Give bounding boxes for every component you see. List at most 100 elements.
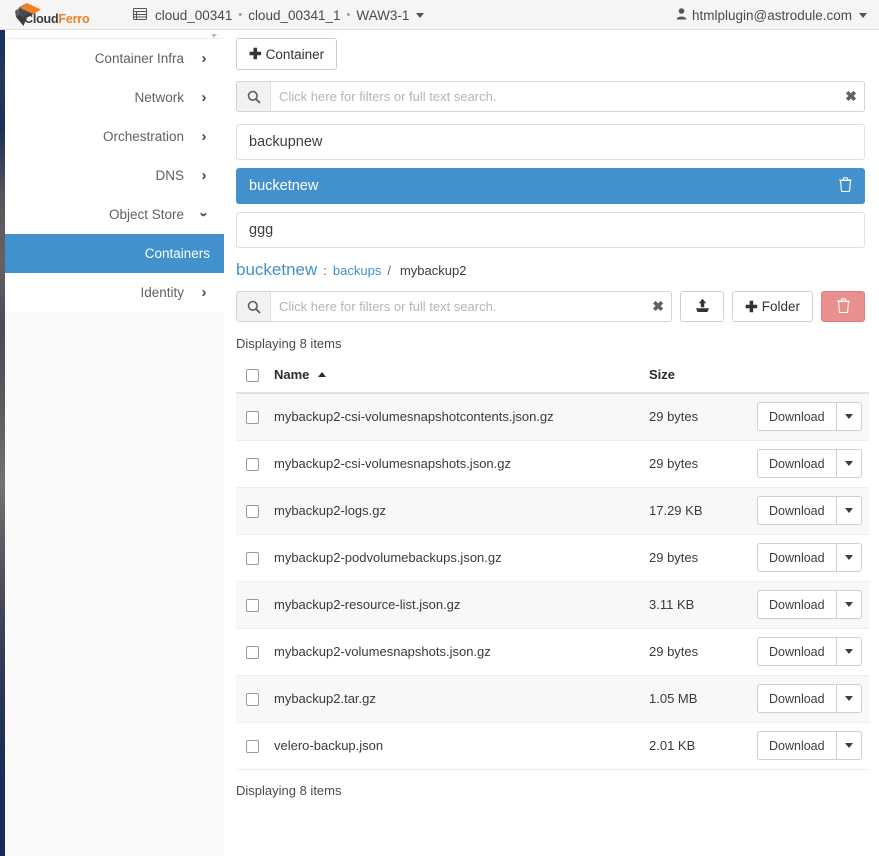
create-folder-button[interactable]: ✚ Folder <box>732 291 813 322</box>
download-dropdown-toggle[interactable] <box>836 402 862 431</box>
download-dropdown-toggle[interactable] <box>836 543 862 572</box>
download-dropdown-toggle[interactable] <box>836 637 862 666</box>
download-button-group: Download <box>757 402 862 431</box>
sidebar-item-label: DNS <box>155 168 184 183</box>
row-checkbox[interactable] <box>246 740 259 753</box>
user-menu[interactable]: htmlplugin@astrodule.com <box>676 0 867 30</box>
main-content: ✚ Container ✖ backupnew bucketnew <box>224 30 879 856</box>
sidebar-item-object-store[interactable]: Object Store › <box>5 195 224 234</box>
trash-icon <box>837 298 850 316</box>
column-header-size[interactable]: Size <box>649 361 757 393</box>
object-name: mybackup2-podvolumebackups.json.gz <box>274 534 649 581</box>
table-row[interactable]: mybackup2.tar.gz 1.05 MB Download <box>236 675 869 722</box>
context-domain: cloud_00341_1 <box>248 8 340 23</box>
object-name: mybackup2-csi-volumesnapshots.json.gz <box>274 440 649 487</box>
objects-table-head: Name Size <box>236 361 869 393</box>
row-checkbox[interactable] <box>246 646 259 659</box>
download-button[interactable]: Download <box>757 449 836 478</box>
objects-table-body: mybackup2-csi-volumesnapshotcontents.jso… <box>236 393 869 769</box>
download-dropdown-toggle[interactable] <box>836 590 862 619</box>
download-button[interactable]: Download <box>757 496 836 525</box>
row-select-cell <box>236 393 274 440</box>
row-actions-cell: Download <box>757 440 869 487</box>
container-item-ggg[interactable]: ggg <box>236 212 865 248</box>
trash-icon[interactable] <box>839 177 852 196</box>
container-item-bucketnew[interactable]: bucketnew <box>236 168 865 204</box>
grid-list-icon <box>133 8 147 23</box>
download-button[interactable]: Download <box>757 590 836 619</box>
brand-logo[interactable]: CloudFerro <box>0 0 120 30</box>
column-header-size-label: Size <box>649 367 675 382</box>
delete-objects-button[interactable] <box>821 291 865 322</box>
download-button[interactable]: Download <box>757 637 836 666</box>
container-name: backupnew <box>249 134 852 150</box>
select-all-checkbox[interactable] <box>246 369 259 382</box>
plus-icon: ✚ <box>745 298 758 316</box>
sidebar-item-network[interactable]: Network › <box>5 78 224 117</box>
sidebar-item-containers[interactable]: Containers <box>5 234 224 273</box>
row-checkbox[interactable] <box>246 599 259 612</box>
chevron-down-icon <box>859 13 867 18</box>
row-checkbox[interactable] <box>246 693 259 706</box>
search-icon[interactable] <box>237 82 271 111</box>
row-actions-cell: Download <box>757 393 869 440</box>
container-search-input[interactable] <box>271 82 838 111</box>
sidebar-item-dns[interactable]: DNS › <box>5 156 224 195</box>
chevron-down-icon <box>845 602 853 607</box>
column-header-name[interactable]: Name <box>274 361 649 393</box>
download-button[interactable]: Download <box>757 543 836 572</box>
row-checkbox[interactable] <box>246 411 259 424</box>
table-row[interactable]: mybackup2-logs.gz 17.29 KB Download <box>236 487 869 534</box>
object-name: mybackup2-csi-volumesnapshotcontents.jso… <box>274 393 649 440</box>
chevron-down-icon <box>845 696 853 701</box>
breadcrumb-bucket[interactable]: bucketnew <box>236 260 317 280</box>
download-button[interactable]: Download <box>757 684 836 713</box>
context-switcher[interactable]: cloud_00341 • cloud_00341_1 • WAW3-1 <box>133 0 424 30</box>
search-icon[interactable] <box>237 292 271 321</box>
chevron-down-icon <box>845 649 853 654</box>
download-dropdown-toggle[interactable] <box>836 731 862 760</box>
create-folder-label: Folder <box>762 299 800 314</box>
object-name: mybackup2-logs.gz <box>274 487 649 534</box>
table-row[interactable]: mybackup2-podvolumebackups.json.gz 29 by… <box>236 534 869 581</box>
clear-search-icon[interactable]: ✖ <box>838 82 864 111</box>
container-item-backupnew[interactable]: backupnew <box>236 124 865 160</box>
brand-word-cloud: Cloud <box>24 12 58 26</box>
object-search-input[interactable] <box>271 292 645 321</box>
sidebar-item-orchestration[interactable]: Orchestration › <box>5 117 224 156</box>
sidebar-item-label: Object Store <box>109 207 184 222</box>
table-row[interactable]: mybackup2-csi-volumesnapshotcontents.jso… <box>236 393 869 440</box>
table-row[interactable]: mybackup2-resource-list.json.gz 3.11 KB … <box>236 581 869 628</box>
sidebar-item-label: Network <box>134 90 184 105</box>
row-checkbox[interactable] <box>246 552 259 565</box>
row-checkbox[interactable] <box>246 505 259 518</box>
download-dropdown-toggle[interactable] <box>836 684 862 713</box>
object-search-bar: ✖ <box>236 291 672 322</box>
chevron-down-icon <box>416 13 424 18</box>
download-button[interactable]: Download <box>757 731 836 760</box>
download-dropdown-toggle[interactable] <box>836 449 862 478</box>
sidebar-scroll-cutoff <box>5 30 224 39</box>
row-actions-cell: Download <box>757 675 869 722</box>
sidebar: Container Infra › Network › Orchestratio… <box>5 30 224 856</box>
table-row[interactable]: velero-backup.json 2.01 KB Download <box>236 722 869 769</box>
sidebar-item-identity[interactable]: Identity › <box>5 273 224 312</box>
download-dropdown-toggle[interactable] <box>836 496 862 525</box>
table-row[interactable]: mybackup2-volumesnapshots.json.gz 29 byt… <box>236 628 869 675</box>
chevron-down-icon <box>845 555 853 560</box>
brand-wordmark: CloudFerro <box>24 12 89 26</box>
table-row[interactable]: mybackup2-csi-volumesnapshots.json.gz 29… <box>236 440 869 487</box>
upload-button[interactable] <box>680 291 724 322</box>
create-container-button[interactable]: ✚ Container <box>236 38 337 70</box>
download-button[interactable]: Download <box>757 402 836 431</box>
column-header-name-label: Name <box>274 367 309 382</box>
object-size: 1.05 MB <box>649 675 757 722</box>
download-button-group: Download <box>757 590 862 619</box>
sidebar-item-container-infra[interactable]: Container Infra › <box>5 39 224 78</box>
row-checkbox[interactable] <box>246 458 259 471</box>
object-name: velero-backup.json <box>274 722 649 769</box>
breadcrumb-folder-backups[interactable]: backups <box>333 263 381 278</box>
breadcrumb-slash: / <box>387 263 391 278</box>
clear-search-icon[interactable]: ✖ <box>645 292 671 321</box>
context-separator-2: • <box>347 9 351 21</box>
